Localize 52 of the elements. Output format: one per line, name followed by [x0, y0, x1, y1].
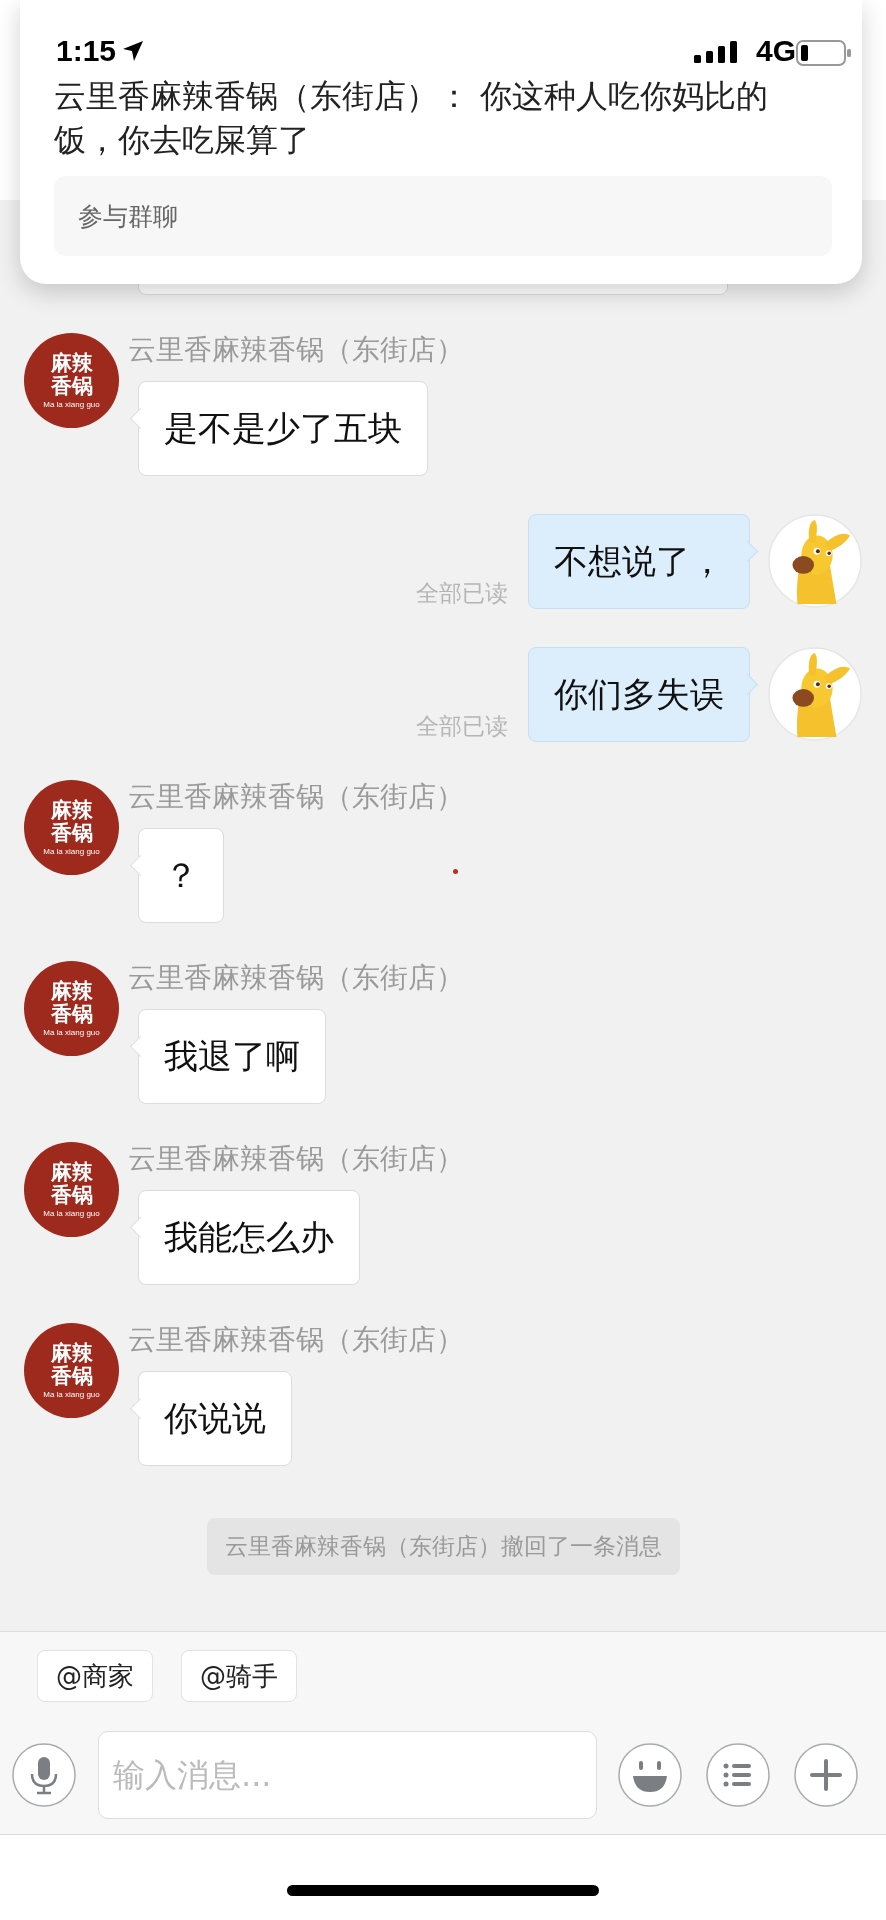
shop-avatar[interactable]: 麻辣 香锅 Ma la xiang guo — [24, 961, 119, 1056]
plus-icon[interactable] — [794, 1743, 858, 1807]
read-receipt: 全部已读 — [416, 579, 508, 608]
clock-time: 1:15 — [56, 34, 117, 68]
shop-avatar[interactable]: 麻辣 香锅 Ma la xiang guo — [24, 1142, 119, 1237]
avatar-logo-text: 麻辣 — [50, 1341, 93, 1365]
avatar-caption: Ma la xiang guo — [43, 398, 100, 410]
message-bubble: 我退了啊 — [128, 1009, 326, 1104]
smiley-icon[interactable] — [618, 1743, 682, 1807]
dot-mark — [453, 869, 458, 874]
sender-name: 云里香麻辣香锅（东街店） — [128, 780, 464, 814]
mention-button[interactable]: @骑手 — [181, 1650, 297, 1702]
avatar-caption: Ma la xiang guo — [43, 1026, 100, 1038]
sender-name: 云里香麻辣香锅（东街店） — [128, 1142, 464, 1176]
notification-text: 云里香麻辣香锅（东街店）： 你这种人吃你妈比的饭，你去吃屎算了 — [54, 76, 770, 161]
message-input-field[interactable]: 输入消息... — [98, 1731, 597, 1819]
message-bubble: 你说说 — [128, 1371, 292, 1466]
location-arrow-icon — [122, 40, 144, 62]
sender-name: 云里香麻辣香锅（东街店） — [128, 333, 464, 367]
avatar-logo-text: 香锅 — [50, 374, 93, 398]
message-bubble: 是不是少了五块 — [128, 381, 428, 476]
avatar-logo-text: 麻辣 — [50, 351, 93, 375]
message-bubble: ？ — [128, 828, 224, 923]
list-icon[interactable] — [706, 1743, 770, 1807]
avatar-logo-text: 麻辣 — [50, 798, 93, 822]
avatar-logo-text: 香锅 — [50, 821, 93, 845]
battery-icon — [796, 40, 852, 66]
avatar-caption: Ma la xiang guo — [43, 845, 100, 857]
avatar-logo-text: 香锅 — [50, 1183, 93, 1207]
avatar-logo-text: 麻辣 — [50, 979, 93, 1003]
avatar-logo-text: 香锅 — [50, 1364, 93, 1388]
signal-icon — [694, 41, 740, 63]
message-bubble: 不想说了， — [528, 514, 760, 609]
message-bubble: 你们多失误 — [528, 647, 760, 742]
message-bubble: 我能怎么办 — [128, 1190, 360, 1285]
avatar-logo-text: 香锅 — [50, 1002, 93, 1026]
microphone-icon[interactable] — [12, 1743, 76, 1807]
dog-avatar-icon[interactable] — [768, 647, 862, 741]
shop-avatar[interactable]: 麻辣 香锅 Ma la xiang guo — [24, 1323, 119, 1418]
shop-avatar[interactable]: 麻辣 香锅 Ma la xiang guo — [24, 780, 119, 875]
avatar-caption: Ma la xiang guo — [43, 1388, 100, 1400]
join-group-button[interactable]: 参与群聊 — [54, 176, 832, 256]
network-label: 4G — [756, 34, 797, 68]
recall-notice: 云里香麻辣香锅（东街店）撤回了一条消息 — [206, 1518, 680, 1575]
sender-name: 云里香麻辣香锅（东街店） — [128, 1323, 464, 1357]
avatar-logo-text: 麻辣 — [50, 1160, 93, 1184]
mention-button[interactable]: @商家 — [37, 1650, 153, 1702]
read-receipt: 全部已读 — [416, 712, 508, 741]
avatar-caption: Ma la xiang guo — [43, 1207, 100, 1219]
shop-avatar[interactable]: 麻辣 香锅 Ma la xiang guo — [24, 333, 119, 428]
dog-avatar-icon[interactable] — [768, 514, 862, 608]
sender-name: 云里香麻辣香锅（东街店） — [128, 961, 464, 995]
